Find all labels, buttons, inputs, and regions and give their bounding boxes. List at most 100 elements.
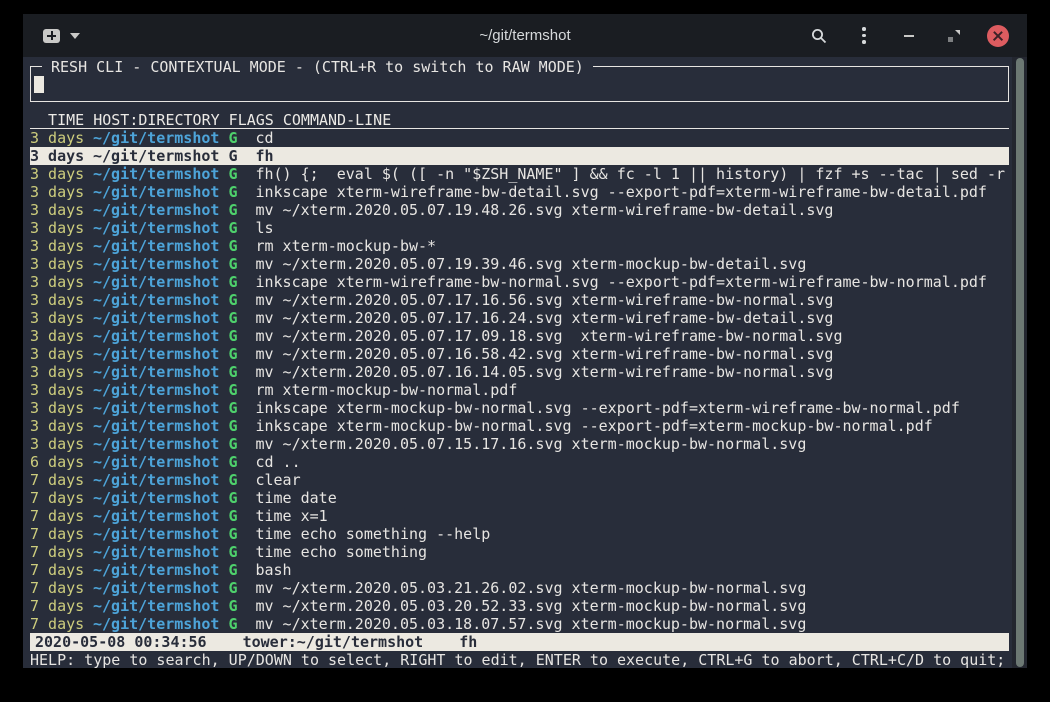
history-row[interactable]: 3 days~/git/termshotGmv ~/xterm.2020.05.… — [30, 363, 1009, 381]
row-time: 3 days — [30, 255, 93, 273]
menu-button[interactable] — [852, 24, 876, 48]
row-flags: G — [228, 489, 237, 507]
row-directory: ~/git/termshot — [93, 255, 219, 273]
row-flags: G — [228, 615, 237, 633]
history-row[interactable]: 3 days~/git/termshotGfh() {; eval $( ([ … — [30, 165, 1009, 183]
row-directory: ~/git/termshot — [93, 453, 219, 471]
new-tab-button[interactable] — [43, 29, 80, 43]
row-flags: G — [228, 309, 237, 327]
row-command: rm xterm-mockup-bw-* — [255, 237, 436, 255]
row-command: mv ~/xterm.2020.05.07.16.58.42.svg xterm… — [255, 345, 833, 363]
chevron-down-icon[interactable] — [70, 33, 80, 39]
history-row[interactable]: 3 days~/git/termshotGfh — [30, 147, 1009, 165]
history-row[interactable]: 3 days~/git/termshotGinkscape xterm-mock… — [30, 417, 1009, 435]
history-row[interactable]: 3 days~/git/termshotGls — [30, 219, 1009, 237]
row-command: inkscape xterm-wireframe-bw-normal.svg -… — [255, 273, 987, 291]
history-row[interactable]: 7 days~/git/termshotGmv ~/xterm.2020.05.… — [30, 615, 1009, 633]
resh-panel-title: RESH CLI - CONTEXTUAL MODE - (CTRL+R to … — [42, 58, 593, 76]
scrollbar-thumb[interactable] — [1016, 58, 1024, 667]
row-directory: ~/git/termshot — [93, 345, 219, 363]
history-row[interactable]: 7 days~/git/termshotGclear — [30, 471, 1009, 489]
history-row[interactable]: 3 days~/git/termshotGinkscape xterm-mock… — [30, 399, 1009, 417]
history-row[interactable]: 3 days~/git/termshotGmv ~/xterm.2020.05.… — [30, 345, 1009, 363]
history-row[interactable]: 3 days~/git/termshotGmv ~/xterm.2020.05.… — [30, 435, 1009, 453]
row-time: 3 days — [30, 219, 93, 237]
row-flags: G — [228, 183, 237, 201]
row-directory: ~/git/termshot — [93, 381, 219, 399]
row-directory: ~/git/termshot — [93, 201, 219, 219]
history-row[interactable]: 3 days~/git/termshotGrm xterm-mockup-bw-… — [30, 237, 1009, 255]
row-command: inkscape xterm-wireframe-bw-detail.svg -… — [255, 183, 987, 201]
history-row[interactable]: 3 days~/git/termshotGmv ~/xterm.2020.05.… — [30, 327, 1009, 345]
history-row[interactable]: 3 days~/git/termshotGmv ~/xterm.2020.05.… — [30, 291, 1009, 309]
terminal-window: ~/git/termshot — [23, 14, 1027, 668]
history-row[interactable]: 7 days~/git/termshotGtime echo something — [30, 543, 1009, 561]
row-time: 3 days — [30, 363, 93, 381]
row-directory: ~/git/termshot — [93, 165, 219, 183]
titlebar[interactable]: ~/git/termshot — [23, 14, 1027, 57]
row-command: cd — [255, 129, 273, 147]
row-command: time echo something — [255, 543, 427, 561]
row-time: 3 days — [30, 345, 93, 363]
row-flags: G — [228, 579, 237, 597]
row-time: 3 days — [30, 147, 93, 165]
history-row[interactable]: 6 days~/git/termshotGcd .. — [30, 453, 1009, 471]
row-time: 3 days — [30, 183, 93, 201]
history-row[interactable]: 7 days~/git/termshotGmv ~/xterm.2020.05.… — [30, 597, 1009, 615]
row-flags: G — [228, 165, 237, 183]
row-command: time date — [255, 489, 336, 507]
history-row[interactable]: 7 days~/git/termshotGtime date — [30, 489, 1009, 507]
row-time: 7 days — [30, 597, 93, 615]
row-directory: ~/git/termshot — [93, 507, 219, 525]
row-directory: ~/git/termshot — [93, 291, 219, 309]
row-directory: ~/git/termshot — [93, 399, 219, 417]
history-row[interactable]: 3 days~/git/termshotGinkscape xterm-wire… — [30, 273, 1009, 291]
history-row[interactable]: 7 days~/git/termshotGmv ~/xterm.2020.05.… — [30, 579, 1009, 597]
row-command: fh — [255, 147, 273, 165]
row-command: mv ~/xterm.2020.05.07.17.09.18.svg xterm… — [255, 327, 842, 345]
history-row[interactable]: 7 days~/git/termshotGtime echo something… — [30, 525, 1009, 543]
row-command: cd .. — [255, 453, 300, 471]
row-flags: G — [228, 471, 237, 489]
row-command: mv ~/xterm.2020.05.03.20.52.33.svg xterm… — [255, 597, 806, 615]
row-command: mv ~/xterm.2020.05.07.16.14.05.svg xterm… — [255, 363, 833, 381]
row-flags: G — [228, 543, 237, 561]
row-directory: ~/git/termshot — [93, 237, 219, 255]
row-directory: ~/git/termshot — [93, 309, 219, 327]
search-button[interactable] — [807, 24, 831, 48]
history-row[interactable]: 3 days~/git/termshotGrm xterm-mockup-bw-… — [30, 381, 1009, 399]
row-command: time echo something --help — [255, 525, 490, 543]
row-flags: G — [228, 291, 237, 309]
row-directory: ~/git/termshot — [93, 273, 219, 291]
restore-button[interactable] — [942, 24, 966, 48]
resh-search-box[interactable]: RESH CLI - CONTEXTUAL MODE - (CTRL+R to … — [30, 66, 1009, 102]
status-timestamp: 2020-05-08 00:34:56 — [35, 633, 207, 651]
row-command: ls — [255, 219, 273, 237]
history-row[interactable]: 3 days~/git/termshotGmv ~/xterm.2020.05.… — [30, 201, 1009, 219]
row-directory: ~/git/termshot — [93, 147, 219, 165]
history-table-header: TIME HOST:DIRECTORY FLAGS COMMAND-LINE — [30, 111, 1009, 129]
history-row[interactable]: 7 days~/git/termshotGtime x=1 — [30, 507, 1009, 525]
status-bar: 2020-05-08 00:34:56tower:~/git/termshotf… — [30, 633, 1009, 651]
row-directory: ~/git/termshot — [93, 543, 219, 561]
minimize-button[interactable] — [897, 24, 921, 48]
history-row[interactable]: 3 days~/git/termshotGmv ~/xterm.2020.05.… — [30, 309, 1009, 327]
restore-icon — [948, 30, 960, 42]
history-row[interactable]: 3 days~/git/termshotGinkscape xterm-wire… — [30, 183, 1009, 201]
history-row[interactable]: 3 days~/git/termshotGcd — [30, 129, 1009, 147]
row-command: time x=1 — [255, 507, 327, 525]
row-flags: G — [228, 219, 237, 237]
close-button[interactable] — [987, 25, 1009, 47]
minimize-icon — [904, 35, 914, 37]
row-command: mv ~/xterm.2020.05.07.19.48.26.svg xterm… — [255, 201, 833, 219]
row-command: clear — [255, 471, 300, 489]
row-time: 7 days — [30, 489, 93, 507]
status-command: fh — [459, 633, 477, 651]
row-time: 7 days — [30, 525, 93, 543]
row-directory: ~/git/termshot — [93, 363, 219, 381]
terminal-screen[interactable]: RESH CLI - CONTEXTUAL MODE - (CTRL+R to … — [23, 57, 1027, 668]
scrollbar-track[interactable] — [1012, 57, 1027, 668]
history-row[interactable]: 7 days~/git/termshotGbash — [30, 561, 1009, 579]
history-row[interactable]: 3 days~/git/termshotGmv ~/xterm.2020.05.… — [30, 255, 1009, 273]
row-flags: G — [228, 327, 237, 345]
